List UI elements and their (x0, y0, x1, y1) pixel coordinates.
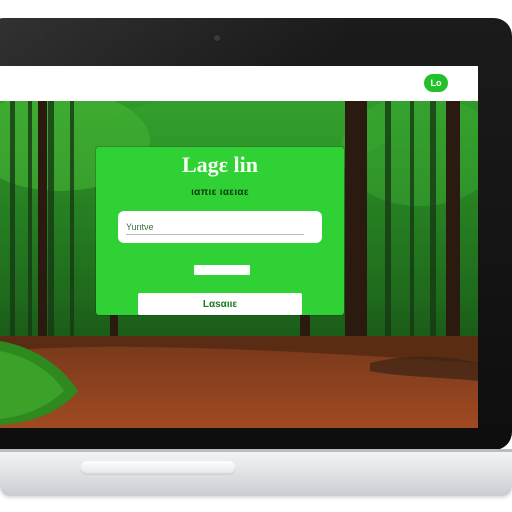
trackpad-notch (80, 461, 236, 475)
laptop-base (0, 449, 512, 496)
input-underline (126, 234, 304, 235)
login-card: Lagε lin ιαπιε ιαειαε Lαsαιιε (96, 147, 344, 315)
login-title: Lagε lin (181, 152, 259, 177)
top-badge-button[interactable]: Lo (424, 74, 448, 92)
username-input[interactable] (118, 211, 322, 243)
base-lip (0, 449, 512, 452)
login-button[interactable]: Lαsαιιε (138, 293, 302, 315)
login-subtitle: ιαπιε ιαειαε (191, 187, 249, 198)
camera-icon (214, 35, 220, 41)
password-bar[interactable] (194, 265, 250, 275)
top-bar: Lo (0, 66, 478, 101)
screen: Lo Lagε lin ιαπιε ιαειαε Yurιtνe Lαsαιιε (0, 66, 478, 428)
